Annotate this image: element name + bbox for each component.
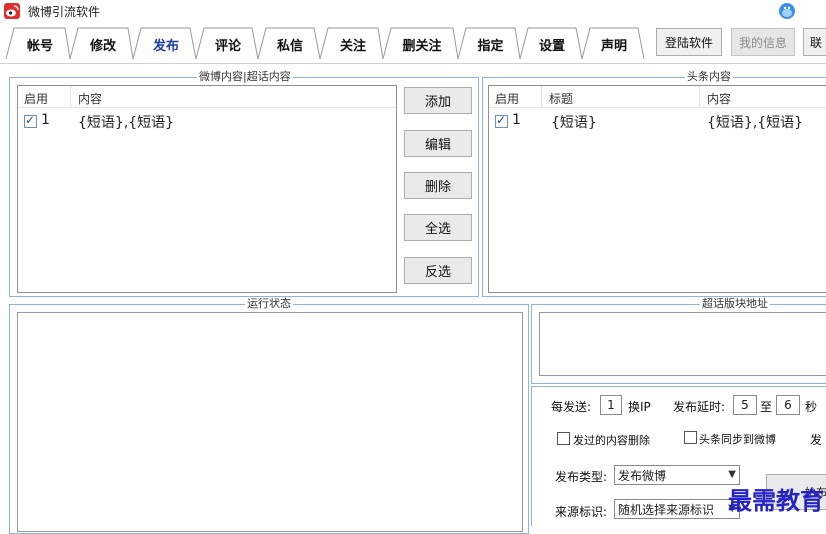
row-enable-checkbox[interactable] xyxy=(24,113,37,128)
column-divider[interactable] xyxy=(541,86,542,108)
publish-type-value: 发布微博 xyxy=(618,468,667,483)
tab-comment[interactable]: 评论 xyxy=(204,28,252,60)
headline-content-list[interactable]: 启用 标题 内容 1 {短语} {短语},{短语} xyxy=(488,85,826,293)
group-title: 超话版块地址 xyxy=(700,297,770,311)
row-content: {短语},{短语} xyxy=(707,115,804,131)
delay-min-input[interactable]: 5 xyxy=(733,395,757,415)
partial-button[interactable]: 联 xyxy=(803,28,826,56)
tab-modify[interactable]: 修改 xyxy=(78,28,128,60)
list-header: 启用 内容 xyxy=(18,86,396,108)
source-value: 随机选择来源标识 xyxy=(618,502,715,517)
row-content: {短语},{短语} xyxy=(78,115,175,131)
source-select[interactable]: 随机选择来源标识 ▼ xyxy=(614,499,740,519)
list-header: 启用 标题 内容 xyxy=(489,86,826,108)
table-row[interactable]: 1 {短语},{短语} xyxy=(18,112,396,132)
weibo-logo-icon xyxy=(4,3,20,19)
tab-follow[interactable]: 关注 xyxy=(328,28,378,60)
column-header[interactable]: 启用 xyxy=(495,90,519,107)
group-title: 头条内容 xyxy=(685,70,733,84)
tab-settings[interactable]: 设置 xyxy=(528,28,576,60)
delay-max-input[interactable]: 6 xyxy=(776,395,800,415)
column-header[interactable]: 标题 xyxy=(549,90,573,107)
bird-icon[interactable] xyxy=(776,0,798,20)
publish-type-select[interactable]: 发布微博 ▼ xyxy=(614,465,740,485)
add-button[interactable]: 添加 xyxy=(404,87,472,114)
watermark-text: 最需教育 xyxy=(728,486,824,515)
delete-sent-checkbox[interactable] xyxy=(557,432,570,445)
row-index: 1 xyxy=(512,112,521,128)
partial-label: 发 xyxy=(810,433,823,447)
run-status-log[interactable] xyxy=(17,312,523,532)
select-all-button[interactable]: 全选 xyxy=(404,214,472,241)
switch-ip-label: 换IP xyxy=(628,400,651,414)
delay-to-label: 至 xyxy=(760,400,773,414)
row-index: 1 xyxy=(41,112,50,128)
tab-private-message[interactable]: 私信 xyxy=(266,28,314,60)
source-label: 来源标识: xyxy=(555,505,608,519)
title-bar xyxy=(0,0,826,22)
chevron-down-icon: ▼ xyxy=(728,469,736,480)
delete-button[interactable]: 删除 xyxy=(404,172,472,199)
tab-statement[interactable]: 声明 xyxy=(590,28,638,60)
publish-type-label: 发布类型: xyxy=(555,470,608,484)
weibo-content-list[interactable]: 启用 内容 1 {短语},{短语} xyxy=(17,85,397,293)
my-info-button[interactable]: 我的信息 xyxy=(731,28,795,56)
delete-sent-label: 发过的内容删除 xyxy=(573,434,650,447)
topic-address-input[interactable] xyxy=(539,312,826,376)
divider xyxy=(0,63,826,64)
column-header[interactable]: 内容 xyxy=(707,90,731,107)
table-row[interactable]: 1 {短语} {短语},{短语} xyxy=(489,112,826,132)
tab-account[interactable]: 帐号 xyxy=(14,28,66,60)
edit-button[interactable]: 编辑 xyxy=(404,130,472,157)
login-button[interactable]: 登陆软件 xyxy=(656,28,722,56)
row-enable-checkbox[interactable] xyxy=(495,113,508,128)
sync-headline-checkbox[interactable] xyxy=(684,431,697,444)
invert-selection-button[interactable]: 反选 xyxy=(404,257,472,284)
window-title: 微博引流软件 xyxy=(28,5,101,19)
delay-unit-label: 秒 xyxy=(805,400,818,414)
column-header[interactable]: 内容 xyxy=(78,90,102,107)
group-title: 微博内容|超话内容 xyxy=(197,70,293,84)
tab-publish[interactable]: 发布 xyxy=(141,28,191,60)
column-divider[interactable] xyxy=(699,86,700,108)
per-send-input[interactable]: 1 xyxy=(600,395,622,415)
column-divider[interactable] xyxy=(70,86,71,108)
group-title: 运行状态 xyxy=(245,297,293,311)
row-title: {短语} xyxy=(551,115,597,131)
delay-label: 发布延时: xyxy=(673,400,726,414)
sync-headline-label: 头条同步到微博 xyxy=(699,433,776,446)
tab-specify[interactable]: 指定 xyxy=(466,28,515,60)
column-header[interactable]: 启用 xyxy=(24,90,48,107)
per-send-label: 每发送: xyxy=(551,400,592,414)
tab-unfollow[interactable]: 删关注 xyxy=(391,28,453,60)
